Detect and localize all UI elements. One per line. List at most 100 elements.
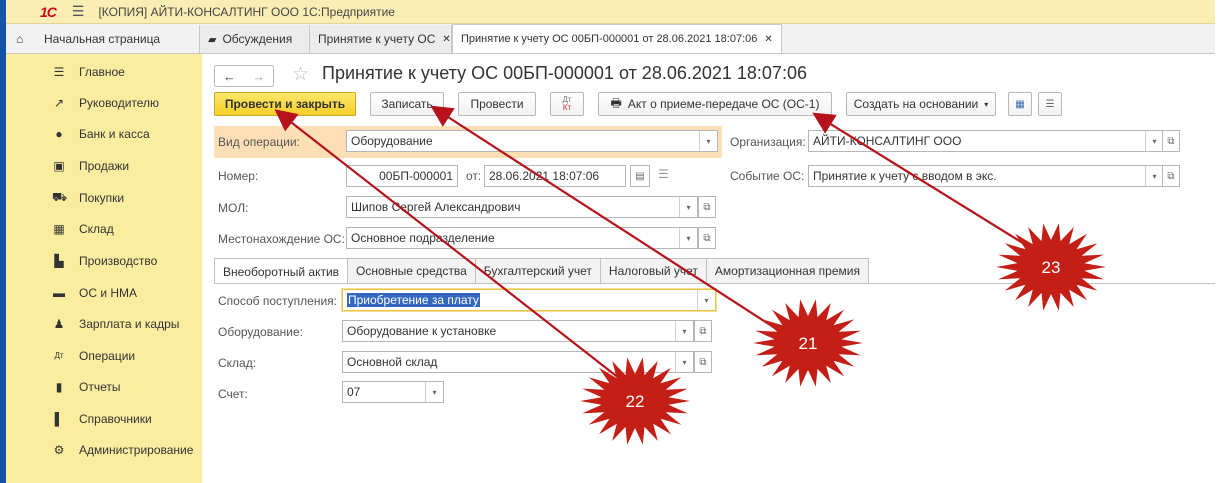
sidebar-item-reports[interactable]: ▮ Отчеты: [6, 371, 202, 402]
organization-value: АЙТИ-КОНСАЛТИНГ ООО: [813, 134, 962, 148]
equipment-label: Оборудование:: [218, 325, 303, 339]
sidebar-item-payroll[interactable]: ♟ Зарплата и кадры: [6, 308, 202, 339]
act-os1-print-button[interactable]: 🖶 Акт о приеме-передаче ОС (ОС-1): [598, 92, 832, 116]
book-icon: ▌: [54, 411, 64, 426]
tab-accounting[interactable]: Бухгалтерский учет: [474, 258, 601, 283]
open-icon[interactable]: ⧉: [694, 351, 712, 373]
receipt-method-label: Способ поступления:: [218, 294, 337, 308]
operation-type-select[interactable]: Оборудование ▾: [346, 130, 718, 152]
structure-icon[interactable]: ▦: [1008, 92, 1032, 116]
sidebar-item-main[interactable]: ☰ Главное: [6, 56, 202, 87]
sidebar-item-purchases[interactable]: ⛟ Покупки: [6, 182, 202, 213]
receipt-method-select[interactable]: Приобретение за плату ▾: [342, 289, 716, 311]
warehouse-label: Склад:: [218, 356, 257, 370]
history-icon[interactable]: ☰: [658, 167, 669, 181]
chevron-down-icon[interactable]: ▾: [697, 290, 715, 310]
post-and-close-button[interactable]: Провести и закрыть: [214, 92, 356, 116]
sidebar-item-manager[interactable]: ↗ Руководителю: [6, 87, 202, 118]
date-field[interactable]: 28.06.2021 18:07:06: [484, 165, 626, 187]
sidebar-item-directories[interactable]: ▌ Справочники: [6, 403, 202, 434]
document-form: ← → ☆ Принятие к учету ОС 00БП-000001 от…: [202, 54, 1215, 483]
printer-icon: 🖶: [610, 95, 622, 110]
sidebar-item-label: Покупки: [79, 190, 125, 205]
1c-logo: 1С: [40, 3, 57, 20]
open-icon[interactable]: ⧉: [1162, 165, 1180, 187]
sidebar-item-label: Главное: [79, 64, 125, 79]
tab-label: Принятие к учету ОС: [318, 32, 436, 46]
calendar-icon[interactable]: ▤: [630, 165, 650, 187]
tab-divider: [214, 283, 1215, 284]
warehouse-field[interactable]: Основной склад ▾: [342, 351, 694, 373]
sidebar-item-sales[interactable]: ▣ Продажи: [6, 150, 202, 181]
close-icon[interactable]: ✕: [764, 34, 772, 45]
forward-arrow-icon[interactable]: →: [252, 69, 265, 84]
tab-noncurrent-asset[interactable]: Внеоборотный актив: [214, 258, 349, 284]
sidebar-item-admin[interactable]: ⚙ Администрирование: [6, 434, 202, 465]
mol-field[interactable]: Шипов Сергей Александрович ▾: [346, 196, 698, 218]
chevron-down-icon[interactable]: ▾: [425, 382, 443, 402]
account-field[interactable]: 07 ▾: [342, 381, 444, 403]
tab-tax-accounting[interactable]: Налоговый учет: [599, 258, 707, 283]
chevron-down-icon[interactable]: ▾: [675, 352, 693, 372]
debit-credit-button[interactable]: Дт Кт: [550, 92, 584, 116]
organization-label: Организация:: [730, 135, 806, 149]
sidebar-item-label: Операции: [79, 348, 136, 363]
event-select[interactable]: Принятие к учету с вводом в экс. ▾: [808, 165, 1164, 187]
ruble-coin-icon: ●: [55, 126, 63, 141]
account-label: Счет:: [218, 387, 248, 401]
gear-icon: ⚙: [53, 442, 65, 457]
open-icon[interactable]: ⧉: [694, 320, 712, 342]
home-icon: ⌂: [16, 32, 24, 46]
tab-asset-acceptance-document[interactable]: Принятие к учету ОС 00БП-000001 от 28.06…: [452, 24, 782, 53]
sidebar-item-label: Администрирование: [79, 442, 194, 457]
open-icon[interactable]: ⧉: [698, 227, 716, 249]
tab-label: Начальная страница: [44, 32, 161, 46]
back-arrow-icon[interactable]: ←: [223, 69, 236, 84]
tab-discussions[interactable]: ▰ Обсуждения: [200, 25, 310, 53]
tab-home[interactable]: ⌂ Начальная страница: [6, 25, 200, 53]
sidebar-item-label: ОС и НМА: [79, 285, 138, 300]
main-menu-icon[interactable]: ☰: [72, 3, 85, 20]
number-label: Номер:: [218, 169, 259, 183]
chevron-down-icon[interactable]: ▾: [1145, 166, 1163, 186]
favorite-star-icon[interactable]: ☆: [292, 63, 309, 86]
tab-asset-acceptance-list[interactable]: Принятие к учету ОС ✕: [310, 25, 452, 53]
tab-depreciation-bonus[interactable]: Амортизационная премия: [705, 258, 869, 283]
sidebar-item-bank[interactable]: ● Банк и касса: [6, 118, 202, 149]
event-value: Принятие к учету с вводом в экс.: [813, 169, 997, 183]
number-field[interactable]: 00БП-000001: [346, 165, 458, 187]
open-icon[interactable]: ⧉: [698, 196, 716, 218]
create-based-on-button[interactable]: Создать на основании ▾: [846, 92, 996, 116]
sidebar-item-fixed-assets[interactable]: ▬ ОС и НМА: [6, 277, 202, 308]
sidebar-item-label: Справочники: [79, 411, 152, 426]
chat-icon: ▰: [208, 33, 217, 46]
title-bar: 1С ☰ [КОПИЯ] АЙТИ-КОНСАЛТИНГ ООО 1С:Пред…: [6, 0, 1215, 24]
chevron-down-icon[interactable]: ▾: [679, 197, 697, 217]
tab-fixed-assets[interactable]: Основные средства: [347, 258, 476, 283]
chevron-down-icon[interactable]: ▾: [699, 131, 717, 151]
location-field[interactable]: Основное подразделение ▾: [346, 227, 698, 249]
operation-type-label: Вид операции:: [218, 135, 300, 149]
page-title: Принятие к учету ОС 00БП-000001 от 28.06…: [322, 63, 807, 83]
account-value: 07: [347, 385, 361, 399]
sidebar-item-production[interactable]: ▙ Производство: [6, 245, 202, 276]
sidebar-item-label: Руководителю: [79, 95, 160, 110]
sidebar-item-label: Банк и касса: [79, 126, 150, 141]
chevron-down-icon[interactable]: ▾: [675, 321, 693, 341]
chevron-down-icon[interactable]: ▾: [679, 228, 697, 248]
save-button[interactable]: Записать: [370, 92, 444, 116]
location-value: Основное подразделение: [351, 231, 495, 245]
trend-icon: ↗: [53, 95, 65, 110]
more-menu-icon[interactable]: ☰: [1038, 92, 1062, 116]
equipment-field[interactable]: Оборудование к установке ▾: [342, 320, 694, 342]
sidebar-item-label: Производство: [79, 253, 158, 268]
chevron-down-icon[interactable]: ▾: [1145, 131, 1163, 151]
sidebar-item-operations[interactable]: Дт Операции: [6, 340, 202, 371]
post-button[interactable]: Провести: [458, 92, 536, 116]
window-tabs-bar: ⌂ Начальная страница ▰ Обсуждения Принят…: [6, 24, 1215, 54]
open-icon[interactable]: ⧉: [1162, 130, 1180, 152]
cart-icon: ⛟: [52, 189, 68, 204]
sidebar-item-warehouse[interactable]: ▦ Склад: [6, 213, 202, 244]
organization-field[interactable]: АЙТИ-КОНСАЛТИНГ ООО ▾: [808, 130, 1164, 152]
close-icon[interactable]: ✕: [442, 34, 450, 45]
